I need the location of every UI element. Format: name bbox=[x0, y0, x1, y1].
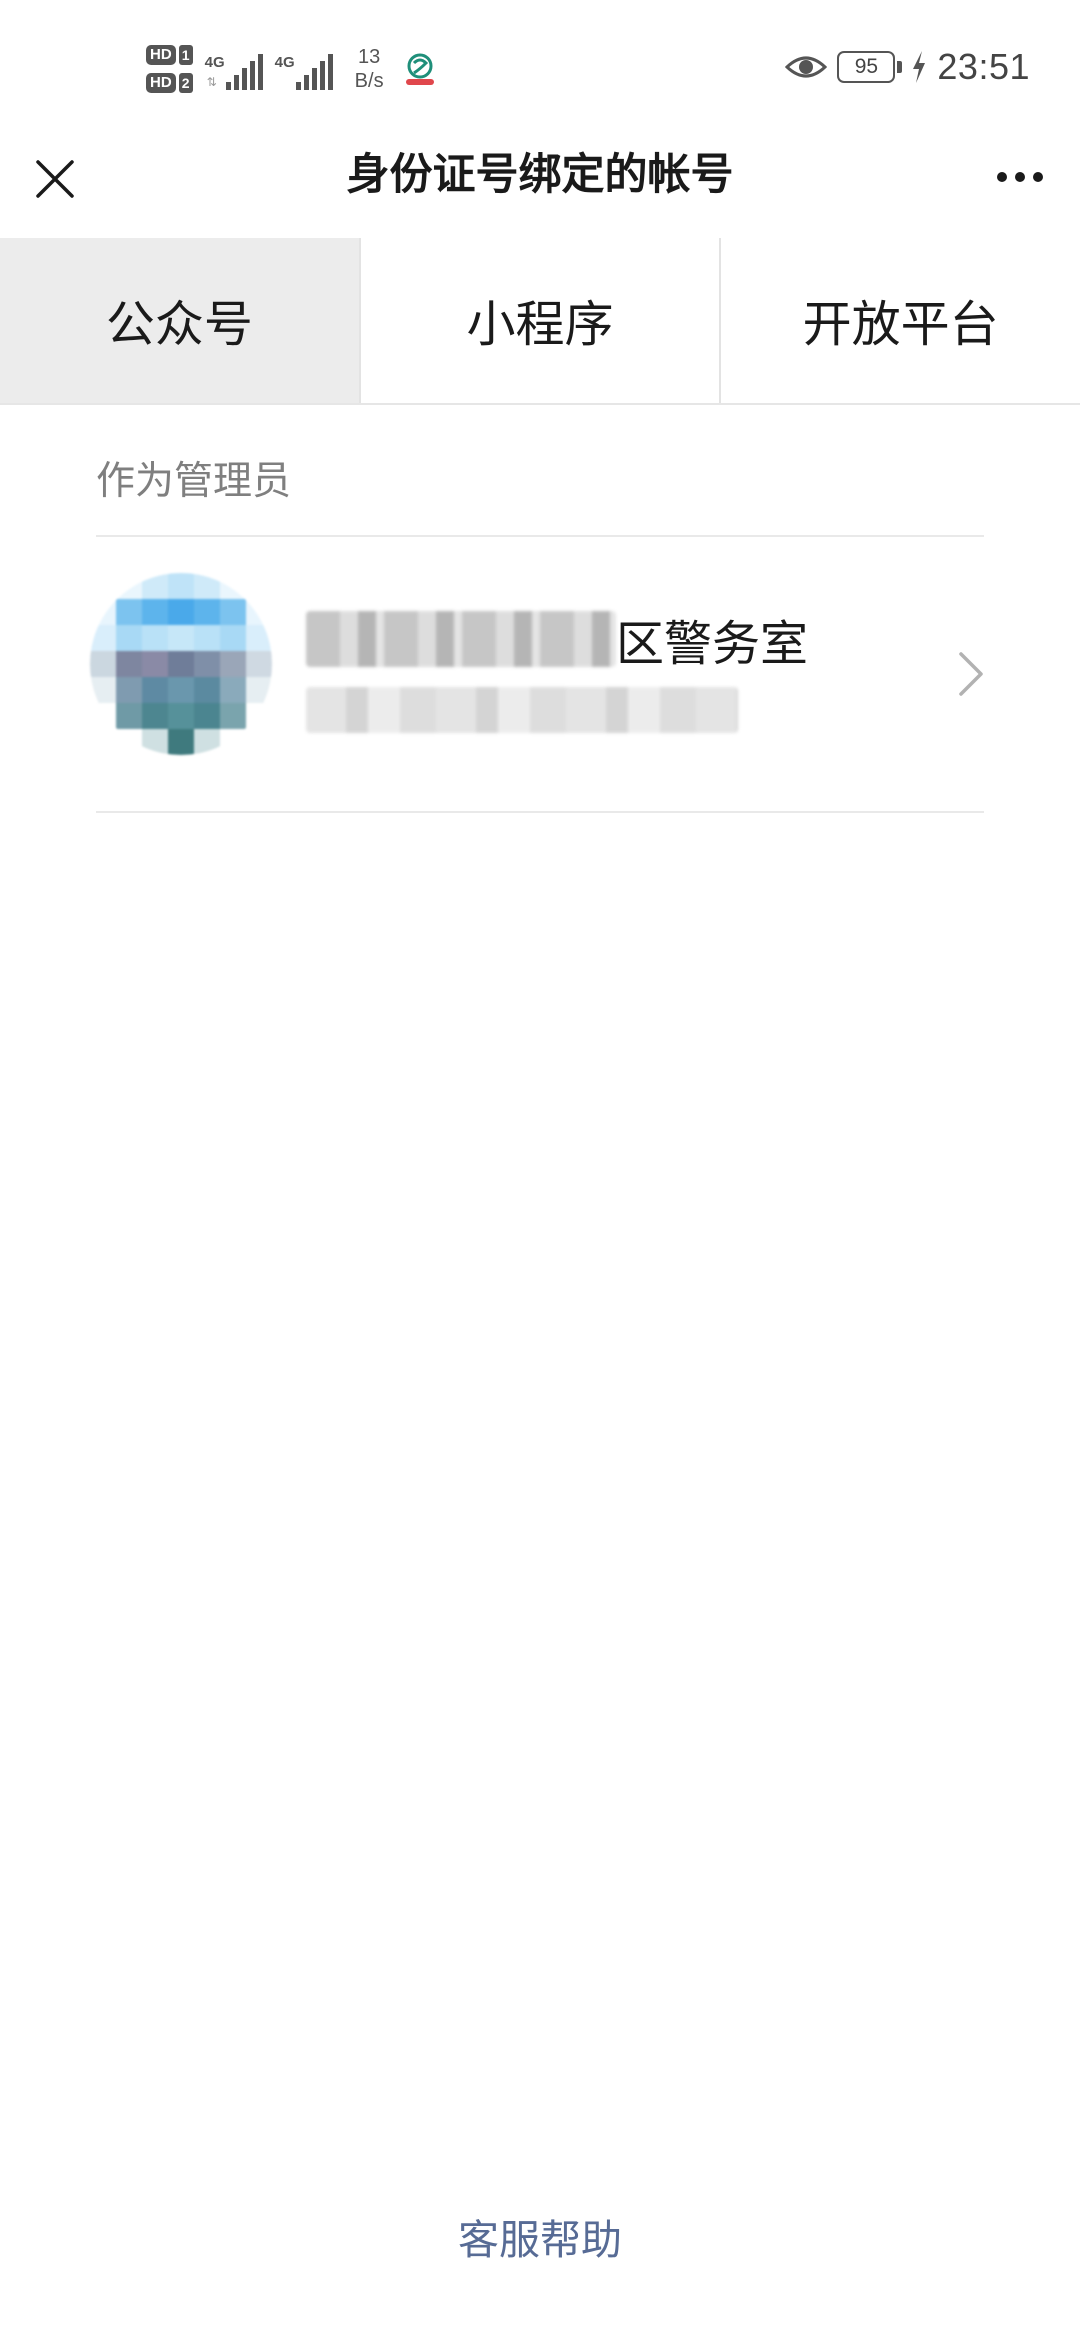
account-subtitle-redacted bbox=[306, 687, 738, 733]
signal-1-label: 4G bbox=[204, 54, 225, 71]
nav-bar: 身份证号绑定的帐号 bbox=[0, 132, 1080, 238]
sim-badges: HD 1 HD 2 bbox=[146, 45, 193, 93]
sim2-hd-badge: HD 2 bbox=[146, 73, 193, 93]
network-speed-value: 13 bbox=[358, 46, 381, 68]
status-clock: 23:51 bbox=[937, 46, 1030, 87]
tab-official-accounts[interactable]: 公众号 bbox=[0, 238, 361, 403]
status-bar-left: HD 1 HD 2 4G ⇅ 4G 13 B/s bbox=[146, 34, 438, 104]
list-divider bbox=[96, 811, 984, 813]
network-speed: 13 B/s bbox=[355, 45, 384, 93]
battery-level: 95 bbox=[854, 55, 879, 78]
account-name-suffix: 区警务室 bbox=[616, 616, 809, 672]
tab-bar: 公众号 小程序 开放平台 bbox=[0, 238, 1080, 405]
avatar-pixelated bbox=[90, 573, 272, 755]
sim1-hd-badge: HD 1 bbox=[146, 45, 193, 65]
signal-2-bars bbox=[295, 54, 333, 90]
signal-1-icon: 4G ⇅ bbox=[205, 48, 263, 90]
tab-mini-programs[interactable]: 小程序 bbox=[360, 238, 722, 403]
signal-2-icon: 4G bbox=[275, 48, 333, 90]
network-speed-unit: B/s bbox=[354, 70, 384, 92]
battery-icon: 95 bbox=[837, 51, 903, 83]
status-bar: HD 1 HD 2 4G ⇅ 4G 13 B/s 95 23:51 bbox=[0, 0, 1080, 132]
account-avatar bbox=[90, 573, 272, 755]
sim2-hd-label: HD bbox=[146, 73, 176, 93]
tab-open-platform[interactable]: 开放平台 bbox=[721, 238, 1080, 403]
eye-icon bbox=[785, 56, 828, 78]
account-name-redacted bbox=[306, 611, 616, 667]
section-header: 作为管理员 bbox=[96, 459, 292, 504]
more-icon-dot bbox=[997, 172, 1007, 182]
chevron-right-icon bbox=[959, 652, 983, 696]
sim1-hd-label: HD bbox=[146, 45, 176, 65]
more-icon-dot bbox=[1033, 172, 1043, 182]
sim1-number: 1 bbox=[178, 45, 193, 65]
account-list-item[interactable]: 区警务室 bbox=[0, 537, 1080, 813]
data-arrows-icon: ⇅ bbox=[206, 75, 217, 89]
more-icon-dot bbox=[1015, 172, 1025, 182]
signal-2-label: 4G bbox=[274, 54, 295, 71]
more-button[interactable] bbox=[990, 152, 1050, 202]
customer-service-help-link[interactable]: 客服帮助 bbox=[0, 2206, 1080, 2266]
status-bar-right: 95 23:51 bbox=[785, 40, 1030, 94]
carrier-logo-icon bbox=[405, 53, 434, 85]
account-name: 区警务室 bbox=[306, 609, 808, 672]
charging-bolt-icon bbox=[913, 51, 926, 83]
page-title: 身份证号绑定的帐号 bbox=[346, 150, 734, 200]
sim2-number: 2 bbox=[178, 73, 193, 93]
signal-1-bars bbox=[225, 54, 263, 90]
